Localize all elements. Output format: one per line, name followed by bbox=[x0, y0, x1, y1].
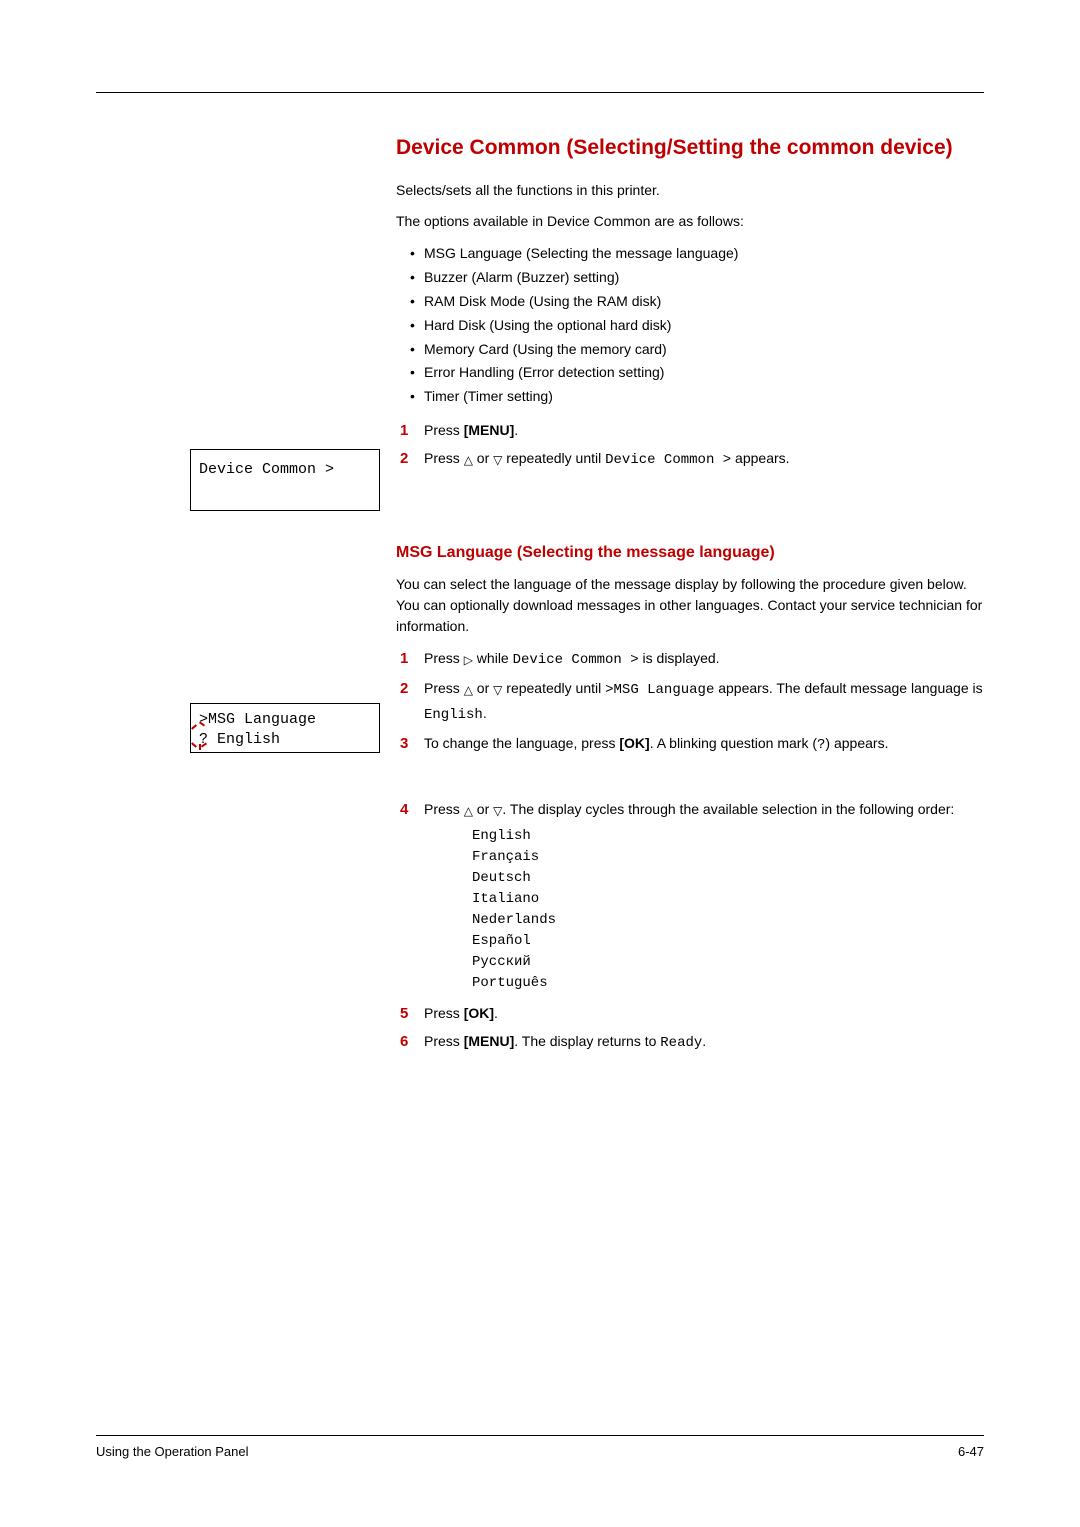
text: or bbox=[473, 801, 493, 817]
right-arrow-icon bbox=[464, 648, 473, 670]
lcd-value: English bbox=[208, 731, 280, 748]
footer-left: Using the Operation Panel bbox=[96, 1444, 248, 1459]
text: . A blinking question mark ( bbox=[650, 735, 817, 751]
list-item: Русский bbox=[472, 952, 984, 973]
text: repeatedly until bbox=[502, 450, 605, 466]
list-item: Nederlands bbox=[472, 910, 984, 931]
options-list: MSG Language (Selecting the message lang… bbox=[396, 242, 984, 409]
step: Press while Device Common > is displayed… bbox=[396, 647, 984, 671]
text: Press bbox=[424, 801, 464, 817]
text: . The display returns to bbox=[514, 1033, 660, 1049]
steps-a: Press [MENU]. Press or repeatedly until … bbox=[396, 419, 984, 472]
down-arrow-icon bbox=[493, 799, 502, 821]
text: . bbox=[702, 1033, 706, 1049]
step: To change the language, press [OK]. A bl… bbox=[396, 732, 984, 756]
lcd-line: ? English bbox=[199, 730, 371, 750]
step: Press or repeatedly until >MSG Language … bbox=[396, 677, 984, 726]
list-item: Italiano bbox=[472, 889, 984, 910]
text: To change the language, press bbox=[424, 735, 619, 751]
list-item: Hard Disk (Using the optional hard disk) bbox=[396, 314, 984, 338]
page-number: 6-47 bbox=[958, 1444, 984, 1459]
intro-text: Selects/sets all the functions in this p… bbox=[396, 180, 984, 201]
footer: Using the Operation Panel 6-47 bbox=[96, 1435, 984, 1459]
list-item: Memory Card (Using the memory card) bbox=[396, 338, 984, 362]
text: or bbox=[473, 680, 493, 696]
lcd-msg-language: >MSG Language ? English bbox=[190, 703, 380, 753]
top-rule bbox=[96, 92, 984, 93]
text: or bbox=[473, 450, 493, 466]
up-arrow-icon bbox=[464, 799, 473, 821]
mono-text: Ready bbox=[660, 1035, 702, 1051]
step: Press [MENU]. The display returns to Rea… bbox=[396, 1030, 984, 1054]
text: Press bbox=[424, 422, 464, 438]
mono-text: Device Common > bbox=[605, 452, 731, 468]
list-item: Español bbox=[472, 931, 984, 952]
left-column: Device Common > >MSG Language bbox=[96, 133, 376, 1060]
text: Press bbox=[424, 650, 464, 666]
sub-intro: You can select the language of the messa… bbox=[396, 574, 984, 637]
text: . The display cycles through the availab… bbox=[502, 801, 954, 817]
ok-key: [OK] bbox=[619, 735, 649, 751]
text: is displayed. bbox=[639, 650, 720, 666]
lcd-line: Device Common > bbox=[199, 460, 371, 480]
down-arrow-icon bbox=[493, 448, 502, 470]
list-item: Timer (Timer setting) bbox=[396, 385, 984, 409]
text: Press bbox=[424, 1005, 464, 1021]
mono-text: Device Common > bbox=[513, 652, 639, 668]
intro-text: The options available in Device Common a… bbox=[396, 211, 984, 232]
text: appears. bbox=[731, 450, 789, 466]
text: repeatedly until bbox=[502, 680, 605, 696]
list-item: Português bbox=[472, 973, 984, 994]
list-item: MSG Language (Selecting the message lang… bbox=[396, 242, 984, 266]
language-list: English Français Deutsch Italiano Nederl… bbox=[424, 826, 984, 994]
menu-key: [MENU] bbox=[464, 422, 515, 438]
mono-text: English bbox=[424, 707, 483, 723]
text: . bbox=[494, 1005, 498, 1021]
step: Press or repeatedly until Device Common … bbox=[396, 447, 984, 471]
step: Press [OK]. bbox=[396, 1002, 984, 1024]
up-arrow-icon bbox=[464, 678, 473, 700]
text: ) appears. bbox=[825, 735, 888, 751]
section-heading: Device Common (Selecting/Setting the com… bbox=[396, 133, 984, 162]
text: . bbox=[483, 705, 487, 721]
text: . bbox=[514, 422, 518, 438]
blinking-question-mark: ? bbox=[199, 731, 208, 748]
text: Press bbox=[424, 1033, 464, 1049]
page-body: Device Common > >MSG Language bbox=[96, 133, 984, 1060]
text: while bbox=[473, 650, 513, 666]
up-arrow-icon bbox=[464, 448, 473, 470]
step: Press [MENU]. bbox=[396, 419, 984, 441]
list-item: Deutsch bbox=[472, 868, 984, 889]
mono-text: >MSG Language bbox=[605, 682, 714, 698]
list-item: Français bbox=[472, 847, 984, 868]
steps-b: Press while Device Common > is displayed… bbox=[396, 647, 984, 1055]
list-item: Error Handling (Error detection setting) bbox=[396, 361, 984, 385]
lcd-device-common: Device Common > bbox=[190, 449, 380, 511]
lcd-line: >MSG Language bbox=[199, 710, 371, 730]
menu-key: [MENU] bbox=[464, 1033, 515, 1049]
list-item: Buzzer (Alarm (Buzzer) setting) bbox=[396, 266, 984, 290]
list-item: English bbox=[472, 826, 984, 847]
down-arrow-icon bbox=[493, 678, 502, 700]
text: Press bbox=[424, 450, 464, 466]
text: appears. The default message language is bbox=[714, 680, 982, 696]
subsection-heading: MSG Language (Selecting the message lang… bbox=[396, 544, 984, 562]
step: Press or . The display cycles through th… bbox=[396, 798, 984, 993]
text: Press bbox=[424, 680, 464, 696]
list-item: RAM Disk Mode (Using the RAM disk) bbox=[396, 290, 984, 314]
ok-key: [OK] bbox=[464, 1005, 494, 1021]
right-column: Device Common (Selecting/Setting the com… bbox=[396, 133, 984, 1060]
